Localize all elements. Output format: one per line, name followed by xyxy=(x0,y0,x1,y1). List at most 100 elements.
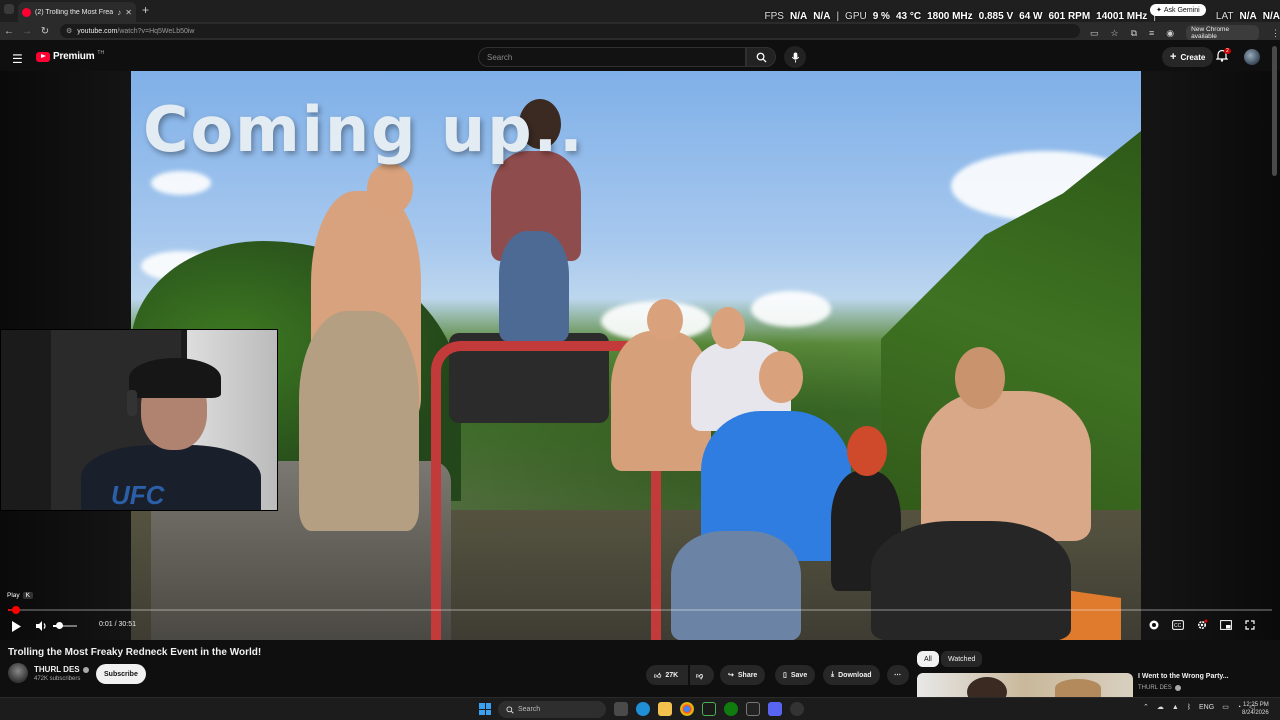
youtube-premium-logo[interactable]: Premium TH xyxy=(36,50,104,62)
person-head xyxy=(647,299,683,341)
ask-gemini-button[interactable]: ✦ Ask Gemini xyxy=(1150,4,1206,16)
display-icon[interactable]: ▭ xyxy=(1222,703,1229,711)
video-title: Trolling the Most Freaky Redneck Event i… xyxy=(8,647,262,658)
divider: | xyxy=(836,10,840,22)
play-tooltip-label: Play xyxy=(7,592,20,599)
taskbar-clock[interactable]: 12:25 PM 8/24/2026 xyxy=(1242,701,1269,717)
lat-value-2: N/A xyxy=(1262,10,1280,22)
nvidia-icon[interactable] xyxy=(702,702,716,716)
like-button[interactable]: 👍︎ 27K xyxy=(646,665,688,685)
fullscreen-icon[interactable] xyxy=(1244,619,1256,631)
new-chrome-available-button[interactable]: New Chrome available xyxy=(1186,25,1259,41)
browser-menu-icon[interactable]: ⋮ xyxy=(1271,28,1280,39)
logo-text: Premium xyxy=(53,51,95,62)
taskbar-search-placeholder: Search xyxy=(518,706,541,713)
volume-knob[interactable] xyxy=(56,622,63,629)
file-explorer-icon[interactable] xyxy=(658,702,672,716)
browser-tab[interactable]: (2) Trolling the Most Freaky ♪ ✕ xyxy=(18,2,136,22)
recommended-video-title[interactable]: I Went to the Wrong Party... xyxy=(1138,673,1229,680)
xbox-icon[interactable] xyxy=(724,702,738,716)
network-icon[interactable]: ◔ xyxy=(1237,704,1241,711)
browser-toolbar: ← → ↻ ⚙ youtube.com/watch?v=Hq5WeLb50iw … xyxy=(0,22,1280,41)
chip-watched[interactable]: Watched xyxy=(941,651,983,667)
miniplayer-icon[interactable] xyxy=(1220,619,1232,631)
subscriber-count: 472K subscribers xyxy=(34,676,81,682)
thumbnail-person xyxy=(967,677,1007,698)
tray-overflow-icon[interactable]: ⌃ xyxy=(1143,703,1149,711)
more-actions-button[interactable]: ⋯ xyxy=(887,665,909,685)
chrome-icon[interactable] xyxy=(680,702,694,716)
bookmark-star-icon[interactable]: ☆ xyxy=(1111,28,1119,39)
create-button[interactable]: + Create xyxy=(1162,47,1214,67)
save-button[interactable]: ▯ Save xyxy=(775,665,816,685)
reload-icon[interactable]: ↻ xyxy=(36,26,54,37)
edge-icon[interactable] xyxy=(636,702,650,716)
thumbs-down-icon: 👎︎ xyxy=(696,672,704,680)
discord-icon[interactable] xyxy=(768,702,782,716)
task-view-icon[interactable] xyxy=(614,702,628,716)
notification-count-badge: 2 xyxy=(1224,48,1231,54)
forward-arrow-icon[interactable]: → xyxy=(18,26,36,37)
person-head xyxy=(759,351,803,403)
subscribe-button[interactable]: Subscribe xyxy=(96,664,146,684)
verified-badge-icon xyxy=(82,666,89,673)
like-count: 27K xyxy=(665,671,679,679)
media-controls-icon[interactable]: ≡ xyxy=(1149,28,1154,38)
site-info-icon[interactable]: ⚙ xyxy=(66,27,72,35)
tray-app-icon[interactable]: ▲ xyxy=(1172,704,1179,711)
channel-avatar[interactable] xyxy=(8,663,28,683)
tab-close-icon[interactable]: ✕ xyxy=(125,8,132,17)
person-head xyxy=(711,307,745,349)
play-icon xyxy=(12,620,21,632)
address-bar[interactable]: ⚙ youtube.com/watch?v=Hq5WeLb50iw xyxy=(60,24,1080,38)
account-avatar[interactable] xyxy=(1244,49,1260,65)
recommended-channel: THURL DES xyxy=(1138,685,1181,691)
mute-button[interactable] xyxy=(35,619,48,633)
share-button[interactable]: ↪ Share xyxy=(720,665,766,685)
recommended-channel-name: THURL DES xyxy=(1138,685,1172,691)
taskbar-search[interactable]: Search xyxy=(498,701,606,718)
plus-icon: + xyxy=(1170,51,1177,63)
progress-played xyxy=(8,609,11,611)
bluetooth-icon[interactable]: ᛒ xyxy=(1187,704,1191,711)
voice-search-button[interactable] xyxy=(784,46,806,68)
play-button[interactable] xyxy=(10,619,22,633)
page-scrollbar[interactable] xyxy=(1272,46,1277,176)
cloud xyxy=(751,291,831,327)
thumbnail-hat xyxy=(1055,679,1101,697)
language-indicator[interactable]: ENG xyxy=(1199,704,1214,711)
gpu-temp: 43 °C xyxy=(895,10,922,22)
windows-start-icon[interactable] xyxy=(479,703,491,715)
recommended-video-thumbnail[interactable] xyxy=(917,673,1133,698)
chip-all[interactable]: All xyxy=(917,651,939,667)
new-tab-button[interactable]: + xyxy=(142,3,149,17)
video-player[interactable]: Coming up.. xyxy=(131,71,1141,640)
extensions-icon[interactable]: ⧉ xyxy=(1131,28,1137,39)
headset-icon xyxy=(127,390,137,416)
cloud-icon[interactable]: ☁ xyxy=(1157,703,1164,711)
app-icon[interactable] xyxy=(790,702,804,716)
subtitles-icon[interactable]: CC xyxy=(1172,619,1184,631)
search-input[interactable] xyxy=(487,52,745,62)
download-label: Download xyxy=(838,671,872,679)
search-button[interactable] xyxy=(746,47,776,67)
tab-search-icon[interactable] xyxy=(4,4,14,14)
gpu-fan: 601 RPM xyxy=(1048,10,1091,22)
windows-taskbar: Search ⌃ ☁ ▲ ᛒ ENG ▭ ◔ ◁ 12:25 PM 8/24/2… xyxy=(0,697,1280,720)
channel-name[interactable]: THURL DES xyxy=(34,665,89,674)
guide-menu-icon[interactable]: ☰ xyxy=(12,52,23,66)
dislike-button[interactable]: 👎︎ xyxy=(690,665,714,685)
url-path: /watch?v=Hq5WeLb50iw xyxy=(117,27,195,35)
tab-audio-icon[interactable]: ♪ xyxy=(117,8,121,17)
profile-icon[interactable]: ◉ xyxy=(1166,28,1174,39)
autoplay-toggle-icon[interactable] xyxy=(1148,619,1160,631)
progress-scrubber[interactable] xyxy=(12,606,20,614)
obs-icon[interactable] xyxy=(746,702,760,716)
settings-gear-icon[interactable] xyxy=(1196,619,1208,631)
search-icon xyxy=(756,52,767,63)
cast-icon[interactable]: ▭ xyxy=(1090,28,1099,39)
download-button[interactable]: ⤓ Download xyxy=(823,665,880,685)
lat-label: LAT xyxy=(1215,10,1234,22)
progress-bar[interactable] xyxy=(8,606,1272,614)
back-arrow-icon[interactable]: ← xyxy=(0,26,18,37)
